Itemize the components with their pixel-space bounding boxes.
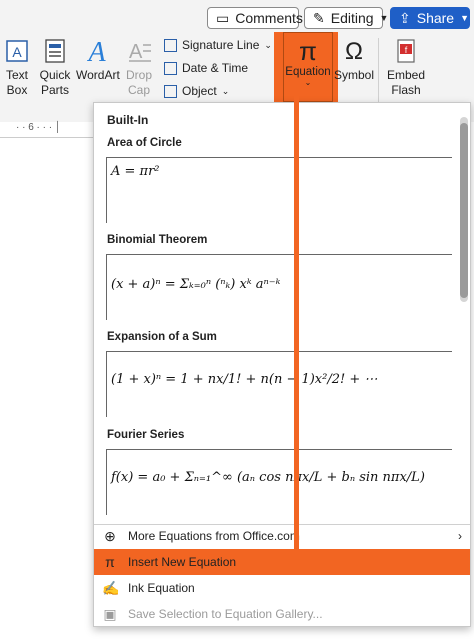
- ink-equation-item[interactable]: ✍ Ink Equation: [94, 575, 470, 601]
- equation-binomial-theorem[interactable]: (x + a)ⁿ = Σₖ₌₀ⁿ (ⁿₖ) xᵏ aⁿ⁻ᵏ: [106, 254, 452, 320]
- equation-expansion-of-sum[interactable]: (1 + x)ⁿ = 1 + nx/1! + n(n − 1)x²/2! + ⋯: [106, 351, 452, 417]
- symbol-label: Symbol: [334, 68, 375, 82]
- dropcap-button[interactable]: A Drop Cap: [122, 36, 156, 98]
- omega-icon: Ω: [345, 37, 363, 65]
- dropcap-icon: A: [122, 36, 156, 66]
- signature-icon: [164, 38, 177, 52]
- ruler-mark: 6: [28, 122, 34, 133]
- calendar-icon: [164, 61, 177, 75]
- pi-icon: π: [105, 554, 115, 570]
- share-button[interactable]: ⇪ Share ▼: [390, 7, 470, 29]
- wordart-button[interactable]: A WordArt: [76, 36, 120, 83]
- annotation-line-vertical: [294, 96, 299, 574]
- save-icon: ▣: [103, 605, 117, 622]
- scrollbar-thumb[interactable]: [460, 123, 468, 298]
- ruler: · · 6 · · · │: [0, 122, 100, 138]
- embed-flash-label: Embed Flash: [386, 68, 426, 97]
- symbol-button[interactable]: Ω Symbol: [334, 36, 374, 83]
- textbox-label: Text Box: [5, 68, 28, 97]
- chevron-down-icon: ▼: [460, 13, 470, 23]
- signature-line-button[interactable]: Signature Line ⌄: [164, 38, 272, 52]
- equation-button[interactable]: π Equation ⌄: [283, 32, 333, 102]
- chevron-down-icon: ⌄: [221, 85, 230, 96]
- equation-dropdown: Built-In Area of Circle A = πr² Binomial…: [93, 102, 471, 627]
- equation-area-of-circle[interactable]: A = πr²: [106, 157, 452, 223]
- formula-text: A = πr²: [111, 164, 160, 179]
- textbox-button[interactable]: A Text Box: [2, 36, 32, 98]
- object-icon: [164, 84, 177, 98]
- chevron-right-icon: ›: [458, 529, 462, 543]
- editing-button[interactable]: ✎ Editing ▼: [304, 7, 388, 29]
- more-equations-item[interactable]: ⊕ More Equations from Office.com ›: [94, 523, 470, 549]
- pi-icon: π: [299, 36, 317, 66]
- embed-flash-button[interactable]: f Embed Flash: [385, 36, 427, 98]
- chevron-down-icon: ▼: [379, 13, 389, 23]
- menu-item-label: Ink Equation: [128, 581, 195, 595]
- dropcap-label: Drop Cap: [125, 68, 152, 97]
- quickparts-icon: [37, 36, 73, 66]
- section-title: Expansion of a Sum: [107, 331, 217, 343]
- chevron-down-icon: ⌄: [264, 39, 272, 50]
- quickparts-button[interactable]: Quick Parts: [37, 36, 73, 98]
- svg-text:A: A: [129, 41, 143, 63]
- quickparts-label: Quick Parts: [39, 68, 71, 97]
- section-title: Area of Circle: [107, 137, 182, 149]
- equation-fourier-series[interactable]: f(x) = a₀ + Σₙ₌₁^∞ (aₙ cos nπx/L + bₙ si…: [106, 449, 452, 515]
- formula-text: f(x) = a₀ + Σₙ₌₁^∞ (aₙ cos nπx/L + bₙ si…: [111, 470, 425, 485]
- section-title: Fourier Series: [107, 429, 185, 441]
- save-selection-item[interactable]: ▣ Save Selection to Equation Gallery...: [94, 601, 470, 627]
- wordart-icon: A: [76, 36, 118, 66]
- svg-text:A: A: [86, 37, 106, 65]
- menu-item-label: Insert New Equation: [128, 555, 237, 569]
- chevron-down-icon: ⌄: [304, 78, 312, 87]
- svg-text:A: A: [12, 44, 22, 60]
- section-title: Binomial Theorem: [107, 234, 208, 246]
- wordart-label: WordArt: [76, 68, 120, 82]
- formula-text: (x + a)ⁿ = Σₖ₌₀ⁿ (ⁿₖ) xᵏ aⁿ⁻ᵏ: [111, 277, 281, 292]
- object-button[interactable]: Object ⌄: [164, 84, 229, 98]
- menu-item-label: More Equations from Office.com: [128, 529, 300, 543]
- share-icon: ⇪: [399, 9, 411, 26]
- ribbon-divider: [378, 38, 379, 110]
- datetime-button[interactable]: Date & Time: [164, 61, 248, 75]
- comment-icon: ▭: [216, 9, 230, 26]
- comments-button[interactable]: ▭ Comments: [207, 7, 303, 29]
- textbox-icon: A: [2, 36, 32, 66]
- equation-label: Equation: [285, 66, 331, 78]
- pencil-icon: ✎: [313, 9, 325, 26]
- top-action-bar: ▭ Comments ✎ Editing ▼ ⇪ Share ▼: [0, 0, 474, 32]
- formula-text: (1 + x)ⁿ = 1 + nx/1! + n(n − 1)x²/2! + ⋯: [111, 372, 378, 387]
- annotation-line-horizontal: [240, 569, 299, 574]
- menu-item-label: Save Selection to Equation Gallery...: [128, 607, 323, 621]
- flash-icon: f: [385, 36, 427, 66]
- builtin-header: Built-In: [107, 113, 149, 127]
- ink-icon: ✍: [102, 579, 120, 596]
- globe-icon: ⊕: [104, 527, 116, 544]
